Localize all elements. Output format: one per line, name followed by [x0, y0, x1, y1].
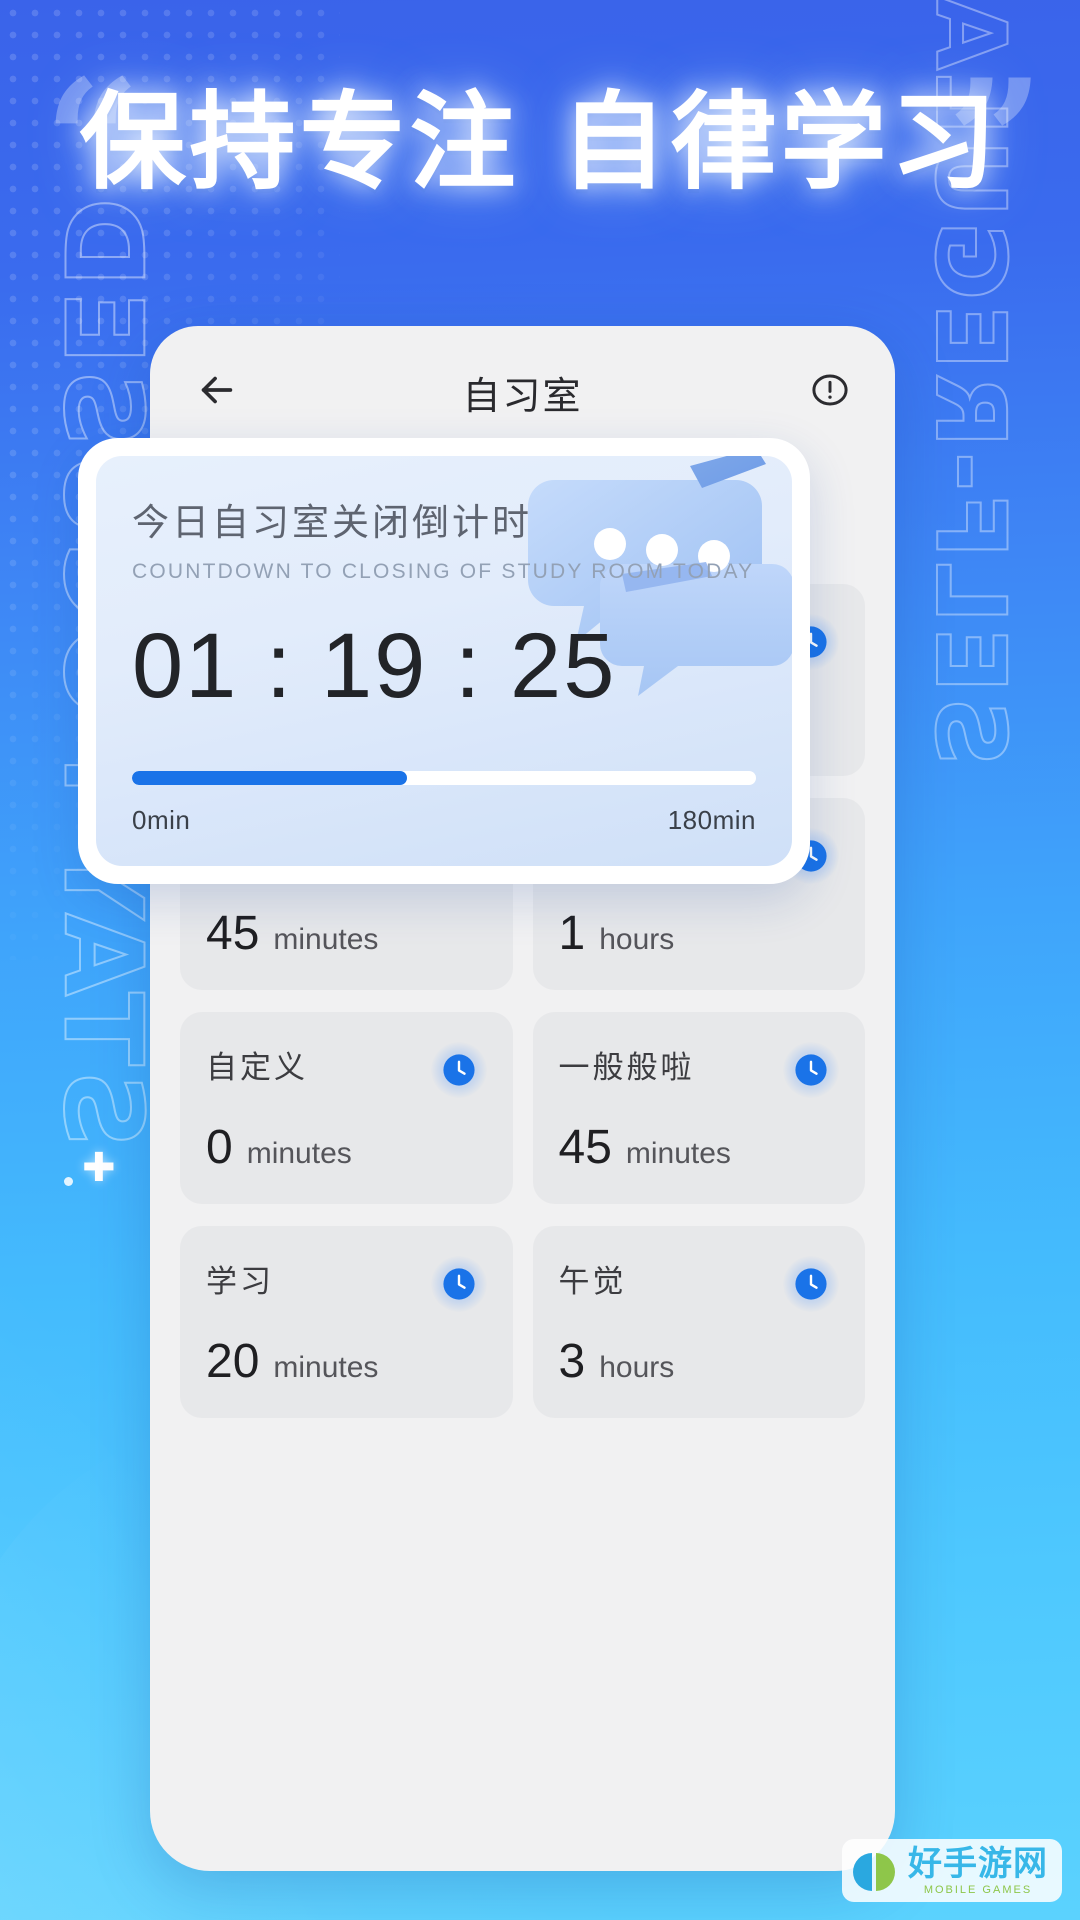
countdown-timer: 01 : 19 : 25 — [132, 615, 617, 717]
preset-value: 45 — [206, 907, 260, 960]
progress-max-label: 180min — [667, 804, 756, 835]
preset-card-value-row: 45 minutes — [206, 910, 487, 958]
countdown-progress-fill — [132, 770, 407, 785]
watermark-logo-icon — [853, 1852, 895, 1891]
hero-title: 保持专注 自律学习 — [79, 81, 1001, 204]
hero-headline-block: “ ” 保持专注 自律学习 — [0, 57, 1080, 225]
preset-card-header: 一般般啦 — [558, 1042, 839, 1098]
countdown-subtitle: COUNTDOWN TO CLOSING OF STUDY ROOM TODAY — [132, 560, 755, 583]
preset-unit: minutes — [273, 1351, 379, 1384]
clock-icon[interactable] — [430, 1256, 487, 1312]
preset-card-value-row: 20 minutes — [206, 1338, 487, 1386]
clock-icon[interactable] — [783, 1042, 839, 1098]
preset-value: 3 — [558, 1335, 586, 1388]
watermark-title: 好手游网 — [908, 1844, 1048, 1884]
page-title: 自习室 — [462, 375, 583, 418]
countdown-card[interactable]: 今日自习室关闭倒计时 COUNTDOWN TO CLOSING OF STUDY… — [96, 456, 792, 866]
clock-icon[interactable] — [430, 1042, 487, 1098]
preset-value: 45 — [558, 1121, 612, 1174]
clock-icon[interactable] — [783, 1256, 839, 1312]
preset-card-7[interactable]: 学习 20 minutes — [180, 1226, 513, 1418]
preset-unit: minutes — [246, 1137, 352, 1170]
progress-scale-labels: 0min 180min — [132, 805, 756, 836]
preset-card-8[interactable]: 午觉 3 hours — [532, 1226, 865, 1418]
preset-card-header: 自定义 — [206, 1042, 487, 1098]
preset-card-value-row: 0 minutes — [206, 1124, 487, 1172]
preset-unit: hours — [599, 923, 675, 956]
preset-card-value-row: 45 minutes — [559, 1124, 840, 1172]
promo-banner: STAY FOCUSED SELF-REGULATED ✚ ✚ ✚ “ ” 保持… — [0, 0, 1080, 1920]
preset-card-5[interactable]: 自定义 0 minutes — [180, 1012, 513, 1204]
countdown-title: 今日自习室关闭倒计时 — [132, 502, 532, 543]
progress-min-label: 0min — [132, 804, 191, 835]
preset-card-value-row: 1 hours — [559, 910, 840, 958]
preset-value: 0 — [206, 1121, 233, 1174]
preset-label: 午觉 — [558, 1264, 627, 1299]
sparkle-plus-icon: ✚ — [82, 1146, 116, 1190]
preset-label: 自定义 — [206, 1050, 308, 1085]
sparkle-dot-icon — [64, 1177, 73, 1186]
countdown-card-frame: 今日自习室关闭倒计时 COUNTDOWN TO CLOSING OF STUDY… — [78, 438, 810, 884]
preset-card-value-row: 3 hours — [559, 1338, 840, 1386]
preset-card-header: 学习 — [206, 1256, 487, 1312]
countdown-progress-bar — [132, 770, 756, 785]
preset-value: 20 — [206, 1335, 260, 1388]
preset-unit: hours — [599, 1351, 675, 1384]
preset-card-6[interactable]: 一般般啦 45 minutes — [532, 1012, 865, 1204]
site-watermark: 好手游网 MOBILE GAMES — [842, 1839, 1062, 1902]
preset-unit: minutes — [273, 923, 379, 956]
preset-unit: minutes — [625, 1137, 731, 1170]
preset-value: 1 — [558, 907, 586, 960]
watermark-subtitle: MOBILE GAMES — [923, 1884, 1033, 1896]
preset-label: 一般般啦 — [558, 1050, 695, 1085]
preset-card-header: 午觉 — [558, 1256, 839, 1312]
arrow-left-icon[interactable] — [194, 367, 240, 418]
preset-label: 学习 — [206, 1264, 274, 1299]
exclamation-circle-icon[interactable] — [809, 369, 851, 416]
